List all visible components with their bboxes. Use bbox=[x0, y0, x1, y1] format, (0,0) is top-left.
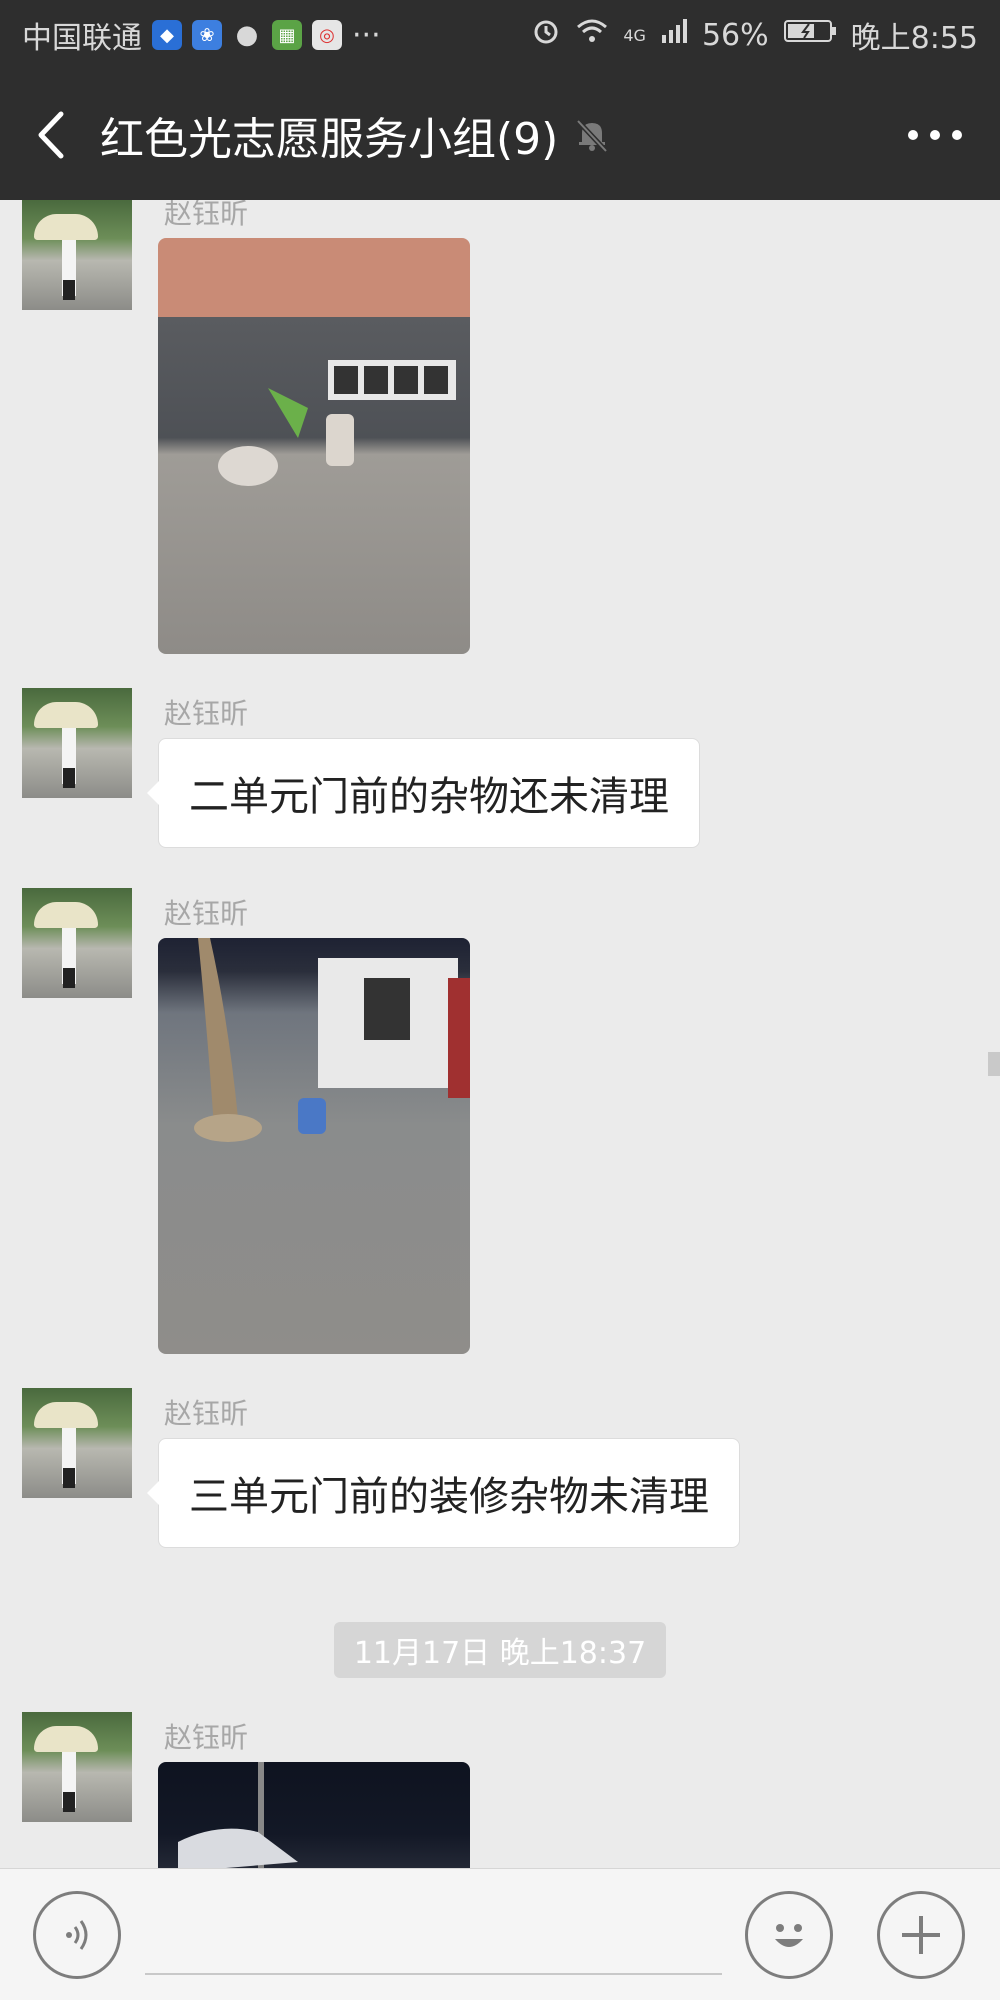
message-text: 三单元门前的装修杂物未清理 bbox=[189, 1474, 709, 1520]
input-bar bbox=[0, 1868, 1000, 2000]
cloud-app-icon: ❀ bbox=[192, 20, 222, 50]
calendar-app-icon: ▦ bbox=[272, 20, 302, 50]
text-message-bubble[interactable]: 三单元门前的装修杂物未清理 bbox=[147, 1438, 740, 1548]
status-bar: 中国联通 ◆ ❀ ● ▦ ◎ ··· 4G 56% 晚上8:55 bbox=[0, 0, 1000, 70]
alarm-icon bbox=[531, 16, 561, 54]
more-notifications: ··· bbox=[352, 17, 381, 53]
signal-icon bbox=[660, 17, 688, 53]
image-message[interactable] bbox=[158, 1762, 470, 1868]
mute-bell-icon bbox=[572, 115, 612, 155]
back-arrow-icon bbox=[38, 111, 64, 159]
voice-icon bbox=[66, 1920, 88, 1950]
emoji-button[interactable] bbox=[745, 1891, 833, 1979]
network-type: 4G bbox=[623, 25, 646, 45]
wifi-icon bbox=[575, 17, 609, 53]
voice-button[interactable] bbox=[33, 1891, 121, 1979]
sender-name: 赵钰昕 bbox=[164, 1397, 249, 1430]
back-button[interactable] bbox=[0, 70, 100, 200]
chat-header: 红色光志愿服务小组(9) bbox=[0, 70, 1000, 200]
carrier-name: 中国联通 bbox=[22, 21, 142, 56]
battery-icon bbox=[783, 17, 837, 53]
chat-title: 红色光志愿服务小组(9) bbox=[100, 114, 559, 165]
message-timestamp: 11月17日 晚上18:37 bbox=[334, 1622, 666, 1678]
avatar[interactable] bbox=[22, 1712, 132, 1822]
plus-icon bbox=[902, 1916, 940, 1954]
avatar[interactable] bbox=[22, 888, 132, 998]
shield-app-icon: ◆ bbox=[152, 20, 182, 50]
chat-bubble-icon: ● bbox=[235, 20, 259, 50]
more-dots-icon bbox=[908, 130, 962, 140]
avatar[interactable] bbox=[22, 688, 132, 798]
more-options-button[interactable] bbox=[870, 70, 1000, 200]
image-message[interactable] bbox=[158, 938, 470, 1354]
avatar[interactable] bbox=[22, 1388, 132, 1498]
sender-name: 赵钰昕 bbox=[164, 1721, 249, 1754]
scroll-indicator[interactable] bbox=[988, 1052, 1000, 1076]
news-app-icon: ◎ bbox=[312, 20, 342, 50]
emoji-icon bbox=[775, 1924, 803, 1947]
battery-percent: 56% bbox=[701, 17, 769, 53]
image-message[interactable] bbox=[158, 238, 470, 654]
sender-name: 赵钰昕 bbox=[164, 697, 249, 730]
sender-name: 赵钰昕 bbox=[164, 200, 249, 230]
sender-name: 赵钰昕 bbox=[164, 897, 249, 930]
message-text: 二单元门前的杂物还未清理 bbox=[189, 774, 669, 820]
text-message-bubble[interactable]: 二单元门前的杂物还未清理 bbox=[147, 738, 700, 848]
clock-time: 晚上8:55 bbox=[850, 21, 978, 56]
avatar[interactable] bbox=[22, 200, 132, 310]
timestamp-text: 11月17日 晚上18:37 bbox=[353, 1636, 647, 1671]
chat-message-list[interactable]: 赵钰昕 赵钰昕 二单元门前的杂物还未清理 赵钰昕 赵钰昕 三单元门前的装修杂物未… bbox=[0, 200, 1000, 1868]
message-input[interactable] bbox=[145, 1909, 722, 1975]
plus-button[interactable] bbox=[877, 1891, 965, 1979]
